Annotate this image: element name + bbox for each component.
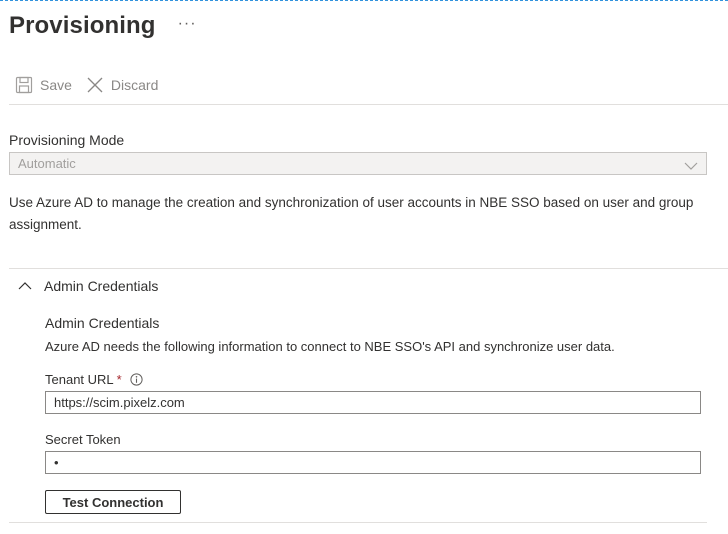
chevron-down-icon: [684, 158, 698, 176]
page-title: Provisioning: [9, 12, 156, 39]
tenant-url-input[interactable]: [45, 391, 701, 414]
provisioning-mode-label: Provisioning Mode: [9, 132, 125, 148]
close-icon: [86, 76, 104, 94]
tenant-url-label: Tenant URL: [45, 372, 114, 387]
tenant-url-label-row: Tenant URL *: [45, 372, 143, 387]
admin-credentials-subtitle: Admin Credentials: [45, 315, 160, 331]
test-connection-button[interactable]: Test Connection: [45, 490, 181, 514]
admin-credentials-toggle[interactable]: Admin Credentials: [18, 278, 158, 294]
info-icon[interactable]: [130, 373, 143, 386]
chevron-up-icon: [18, 281, 32, 291]
save-label: Save: [40, 77, 72, 93]
section-divider-bottom: [9, 522, 707, 523]
save-button[interactable]: Save: [15, 76, 72, 94]
admin-credentials-description: Azure AD needs the following information…: [45, 339, 615, 354]
top-link-strip: [0, 0, 728, 3]
provisioning-mode-dropdown[interactable]: Automatic: [9, 152, 707, 175]
secret-token-label: Secret Token: [45, 432, 121, 447]
page-header: Provisioning ···: [9, 12, 197, 40]
admin-credentials-section-label: Admin Credentials: [44, 278, 159, 294]
required-marker: *: [116, 372, 122, 387]
section-divider-top: [9, 268, 728, 269]
save-icon: [15, 76, 33, 94]
provisioning-description: Use Azure AD to manage the creation and …: [9, 195, 694, 232]
toolbar-divider: [9, 104, 728, 105]
provisioning-mode-value: Automatic: [18, 156, 76, 171]
command-bar: Save Discard: [15, 76, 158, 94]
more-options-button[interactable]: ···: [178, 15, 197, 33]
discard-button[interactable]: Discard: [86, 76, 158, 94]
secret-token-input[interactable]: [45, 451, 701, 474]
discard-label: Discard: [110, 77, 159, 93]
